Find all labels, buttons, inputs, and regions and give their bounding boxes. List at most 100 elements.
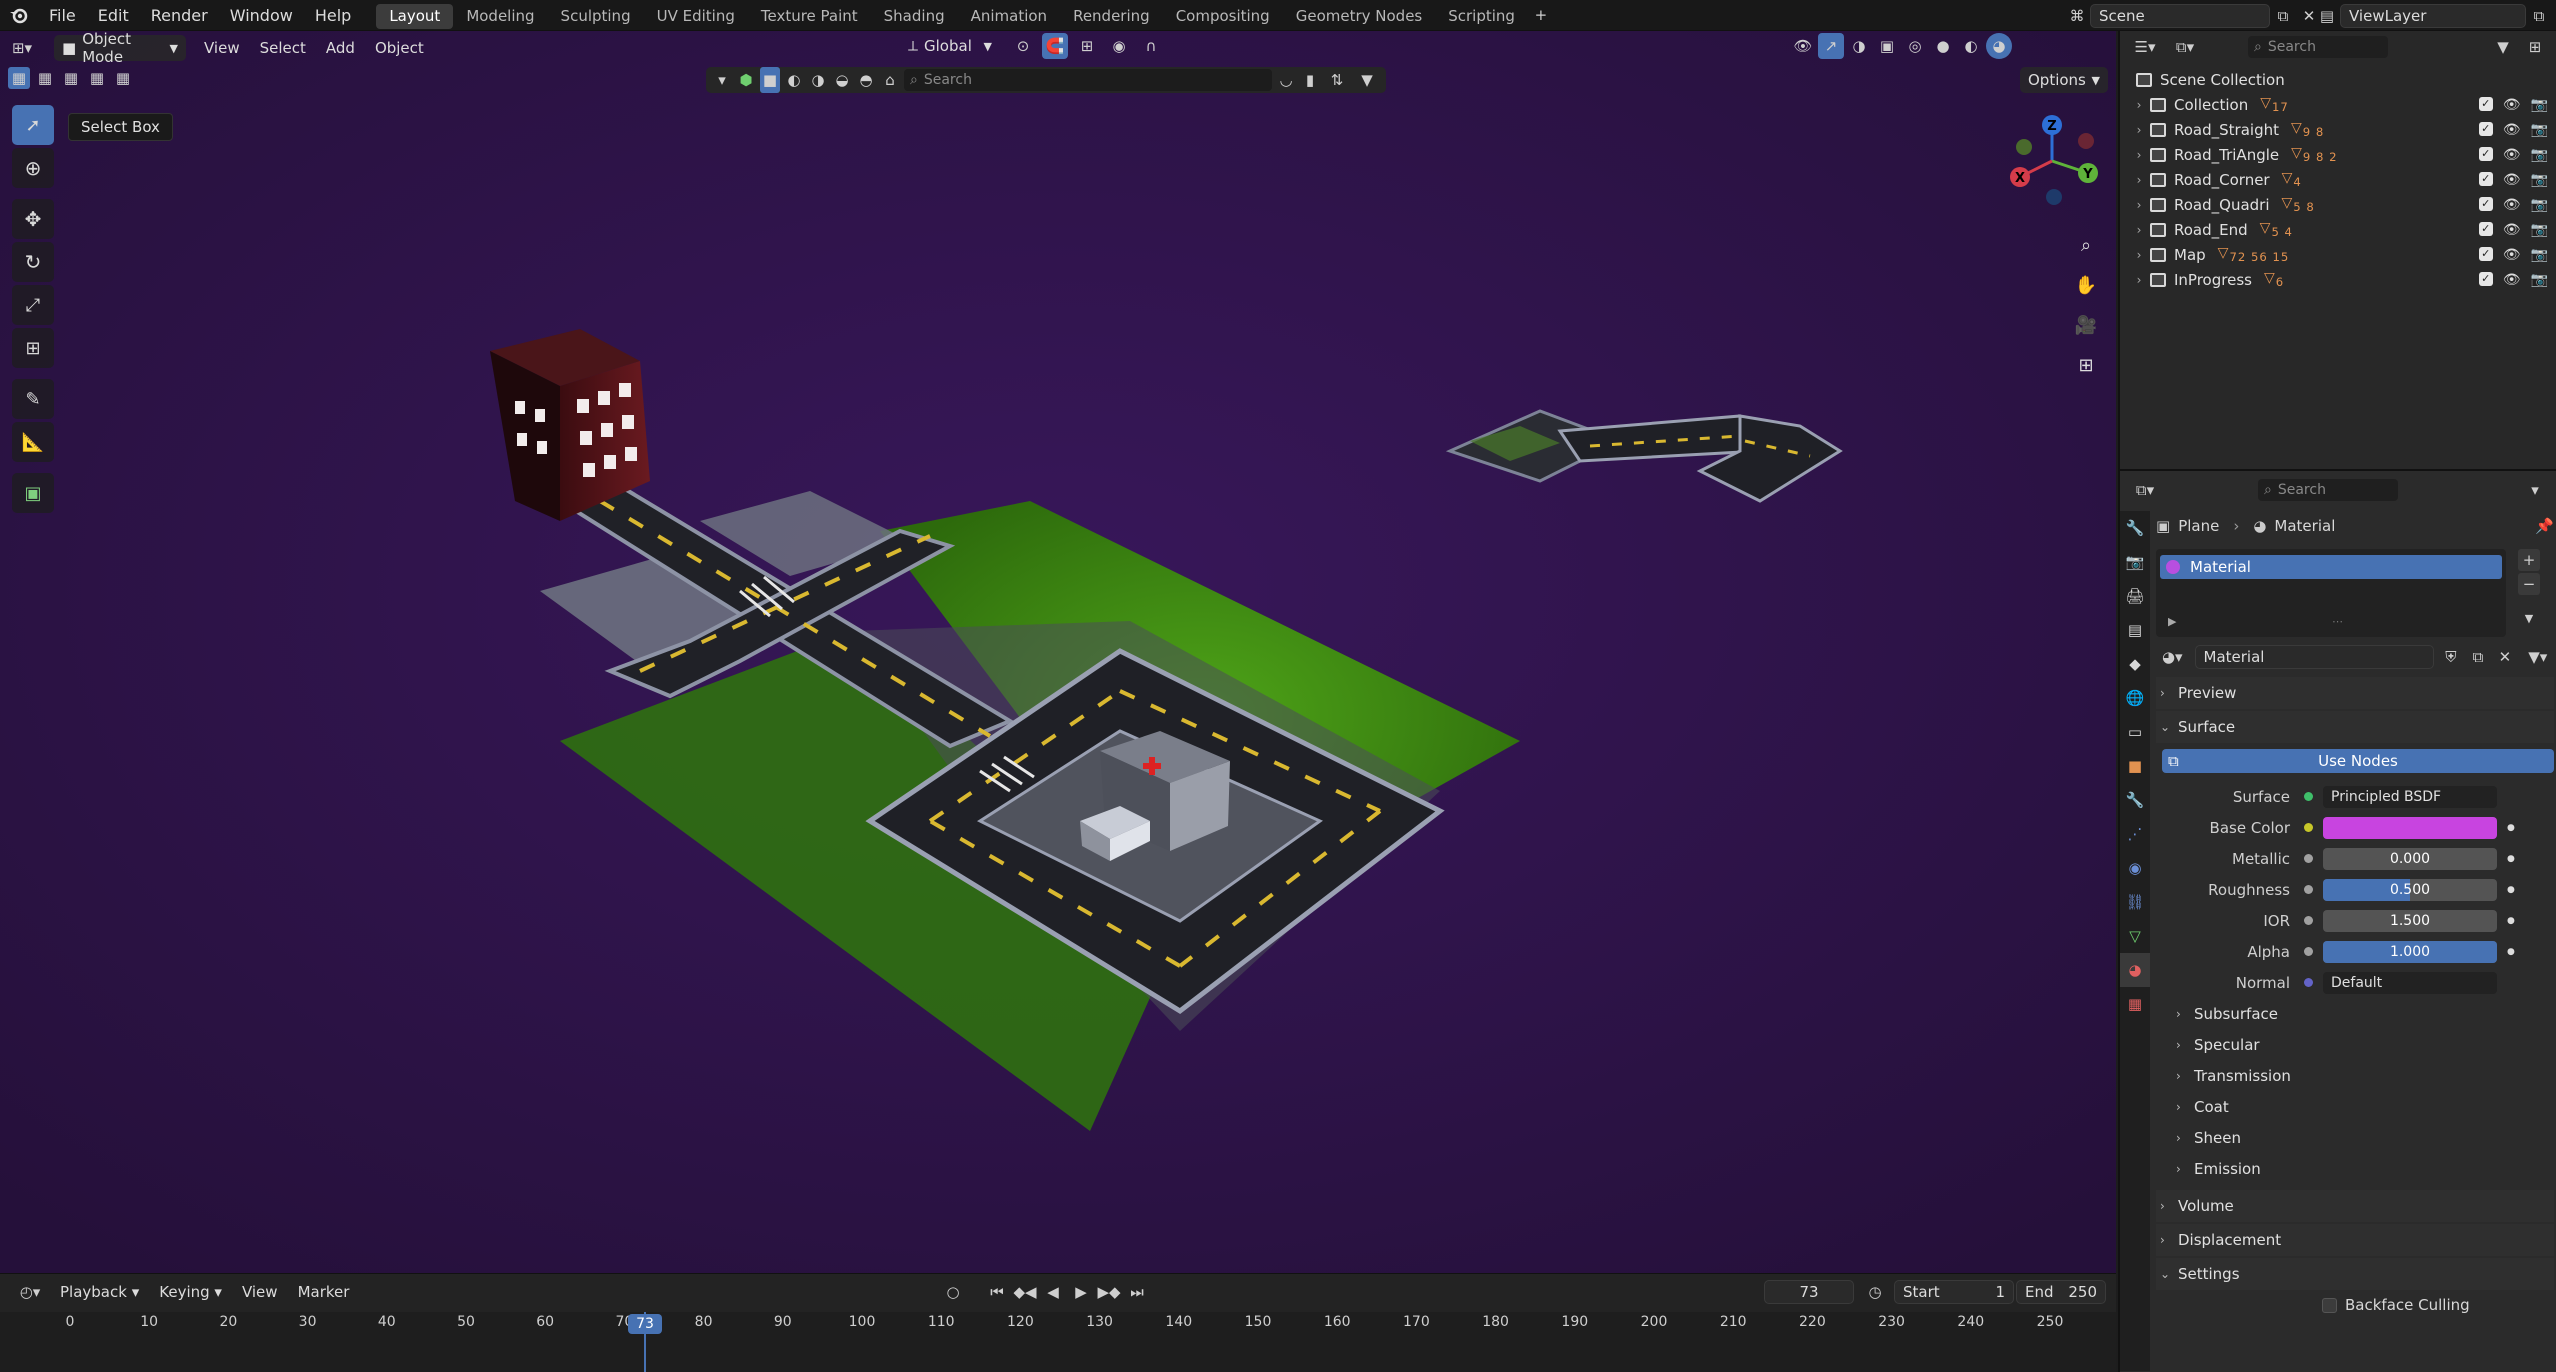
eye-icon[interactable]: 👁	[2503, 172, 2521, 188]
outliner-search-input[interactable]: ⌕ Search	[2248, 36, 2388, 58]
viewport-menu-object[interactable]: Object	[365, 34, 434, 62]
tab-sculpting[interactable]: Sculpting	[548, 4, 644, 29]
properties-editor-type-icon[interactable]: ⧉▾	[2128, 477, 2162, 503]
timeline-track-area[interactable]: 0 10 20 30 40 50 60 70 80 90 100 110 120 130 140 150 160…	[0, 1312, 2116, 1372]
scene-field[interactable]: Scene	[2090, 4, 2270, 28]
view-layer-icon[interactable]: ▤	[2314, 3, 2340, 29]
wireframe-shading-icon[interactable]: ◎	[1902, 33, 1928, 59]
backface-culling-checkbox[interactable]	[2322, 1297, 2337, 1313]
visibility-icon[interactable]: 👁	[1790, 33, 1816, 59]
outliner-item-map[interactable]: › Map ▽72 56 15 ✓ 👁 📷	[2126, 242, 2556, 267]
play-icon[interactable]: ▶	[1068, 1279, 1094, 1305]
material-slots-list[interactable]: Material ▶ ⋯	[2156, 549, 2506, 637]
outliner-item-road-quadri[interactable]: › Road_Quadri ▽5 8 ✓ 👁 📷	[2126, 192, 2556, 217]
exclude-checkbox[interactable]: ✓	[2478, 246, 2493, 261]
material-shading-icon[interactable]: ◐	[1958, 33, 1984, 59]
outliner-item-inprogress[interactable]: › InProgress ▽6 ✓ 👁 📷	[2126, 267, 2556, 292]
light-filter-icon[interactable]: ◑	[808, 67, 828, 93]
constraints-tab-icon[interactable]: ⛓	[2120, 885, 2150, 919]
viewport-menu-select[interactable]: Select	[250, 34, 316, 62]
prev-keyframe-icon[interactable]: ◆◀	[1012, 1279, 1038, 1305]
material-tab-icon[interactable]: ◕	[2120, 953, 2150, 987]
menu-edit[interactable]: Edit	[87, 0, 140, 31]
timeline-editor-type-icon[interactable]: ◴▾	[10, 1279, 50, 1305]
vector-field[interactable]: Default	[2323, 971, 2497, 994]
menu-help[interactable]: Help	[304, 0, 362, 31]
menu-render[interactable]: Render	[140, 0, 219, 31]
overlay-icon[interactable]: ◑	[1846, 33, 1872, 59]
eye-icon[interactable]: 👁	[2503, 197, 2521, 213]
expand-list-icon[interactable]: ▶	[2168, 615, 2176, 628]
start-frame-field[interactable]: Start 1	[1894, 1280, 2014, 1304]
tool-tab-icon[interactable]: 🔧	[2120, 511, 2150, 545]
remove-slot-icon[interactable]: −	[2518, 573, 2540, 595]
viewport-menu-add[interactable]: Add	[316, 34, 365, 62]
camera-render-icon[interactable]: 📷	[2531, 197, 2548, 213]
add-cube-tool[interactable]: ▣	[12, 473, 54, 513]
blender-logo-icon[interactable]	[0, 2, 38, 28]
frame-ruler[interactable]: 0 10 20 30 40 50 60 70 80 90 100 110 120 130 140 150 160…	[0, 1312, 2116, 1336]
camera-render-icon[interactable]: 📷	[2531, 172, 2548, 188]
exclude-checkbox[interactable]: ✓	[2478, 146, 2493, 161]
scene-icon[interactable]: ⌘	[2064, 3, 2090, 29]
expand-arrow-icon[interactable]: ›	[2130, 248, 2148, 262]
subpanel-transmission[interactable]: › Transmission	[2156, 1060, 2554, 1091]
expand-arrow-icon[interactable]: ›	[2130, 98, 2148, 112]
tab-geometry-nodes[interactable]: Geometry Nodes	[1283, 4, 1436, 29]
playhead-frame-badge[interactable]: 73	[628, 1314, 662, 1334]
3d-viewport[interactable]: ⊞▾ ■ Object Mode ▼ View Select Add Objec…	[0, 31, 2116, 1273]
material-slot-row[interactable]: Material	[2160, 555, 2502, 579]
outliner-editor-type-icon[interactable]: ☰▾	[2128, 34, 2162, 60]
select-subtract-icon[interactable]: ▦	[60, 67, 82, 89]
browse-material-icon[interactable]: ◕▾	[2156, 644, 2189, 670]
xray-icon[interactable]: ▣	[1874, 33, 1900, 59]
exclude-checkbox[interactable]: ✓	[2478, 171, 2493, 186]
exclude-checkbox[interactable]: ✓	[2478, 271, 2493, 286]
outliner-item-road-end[interactable]: › Road_End ▽5 4 ✓ 👁 📷	[2126, 217, 2556, 242]
resize-handle-icon[interactable]: ⋯	[2332, 615, 2343, 628]
timeline-menu-view[interactable]: View	[232, 1278, 288, 1306]
collapse-icon[interactable]: ◡	[1276, 67, 1296, 93]
keyframe-dot-icon[interactable]: ●	[2507, 885, 2515, 895]
scene-tab-icon[interactable]: ◆	[2120, 647, 2150, 681]
timeline-menu-playback[interactable]: Playback ▾	[50, 1278, 149, 1306]
measure-tool[interactable]: 📐	[12, 422, 54, 462]
filter-icon[interactable]: ▾	[712, 67, 732, 93]
camera-render-icon[interactable]: 📷	[2531, 247, 2548, 263]
tab-modeling[interactable]: Modeling	[453, 4, 547, 29]
keyframe-dot-icon[interactable]: ●	[2507, 916, 2515, 926]
select-extend-icon[interactable]: ▦	[34, 67, 56, 89]
current-frame-field[interactable]: 73	[1764, 1280, 1854, 1304]
physics-tab-icon[interactable]: ◉	[2120, 851, 2150, 885]
outliner-filter-icon[interactable]: ▼	[2490, 34, 2516, 60]
use-nodes-button[interactable]: ⧉ Use Nodes	[2162, 749, 2554, 773]
rendered-shading-icon[interactable]: ◕	[1986, 33, 2012, 59]
expand-arrow-icon[interactable]: ›	[2130, 148, 2148, 162]
properties-search-input[interactable]: ⌕ Search	[2258, 479, 2398, 501]
camera-view-icon[interactable]: 🎥	[2068, 307, 2104, 343]
viewport-menu-view[interactable]: View	[194, 34, 250, 62]
scene-collection-row[interactable]: Scene Collection	[2126, 67, 2556, 92]
surface-panel-header[interactable]: ⌄ Surface	[2156, 711, 2554, 743]
ior-slider[interactable]: 1.500	[2323, 909, 2497, 932]
funnel-icon[interactable]: ▼	[1354, 67, 1380, 93]
tab-rendering[interactable]: Rendering	[1060, 4, 1163, 29]
keyframe-dot-icon[interactable]: ●	[2507, 823, 2515, 833]
camera-filter-icon[interactable]: ◒	[832, 67, 852, 93]
tab-compositing[interactable]: Compositing	[1163, 4, 1283, 29]
menu-file[interactable]: File	[38, 0, 87, 31]
breadcrumb-object[interactable]: Plane	[2178, 517, 2219, 535]
particles-tab-icon[interactable]: ⋰	[2120, 817, 2150, 851]
socket-dot-icon[interactable]	[2304, 854, 2313, 863]
expand-arrow-icon[interactable]: ›	[2130, 223, 2148, 237]
tab-uv-editing[interactable]: UV Editing	[644, 4, 748, 29]
eye-icon[interactable]: 👁	[2503, 272, 2521, 288]
new-scene-icon[interactable]: ⧉	[2270, 3, 2296, 29]
jump-start-icon[interactable]: ⏮	[984, 1279, 1010, 1305]
displacement-panel-header[interactable]: › Displacement	[2156, 1224, 2554, 1256]
slot-specials-icon[interactable]: ▼	[2518, 607, 2540, 629]
rotate-tool[interactable]: ↻	[12, 242, 54, 282]
proportional-edit-icon[interactable]: ◉	[1106, 33, 1132, 59]
menu-window[interactable]: Window	[219, 0, 304, 31]
duplicate-material-icon[interactable]: ⧉	[2467, 644, 2488, 670]
